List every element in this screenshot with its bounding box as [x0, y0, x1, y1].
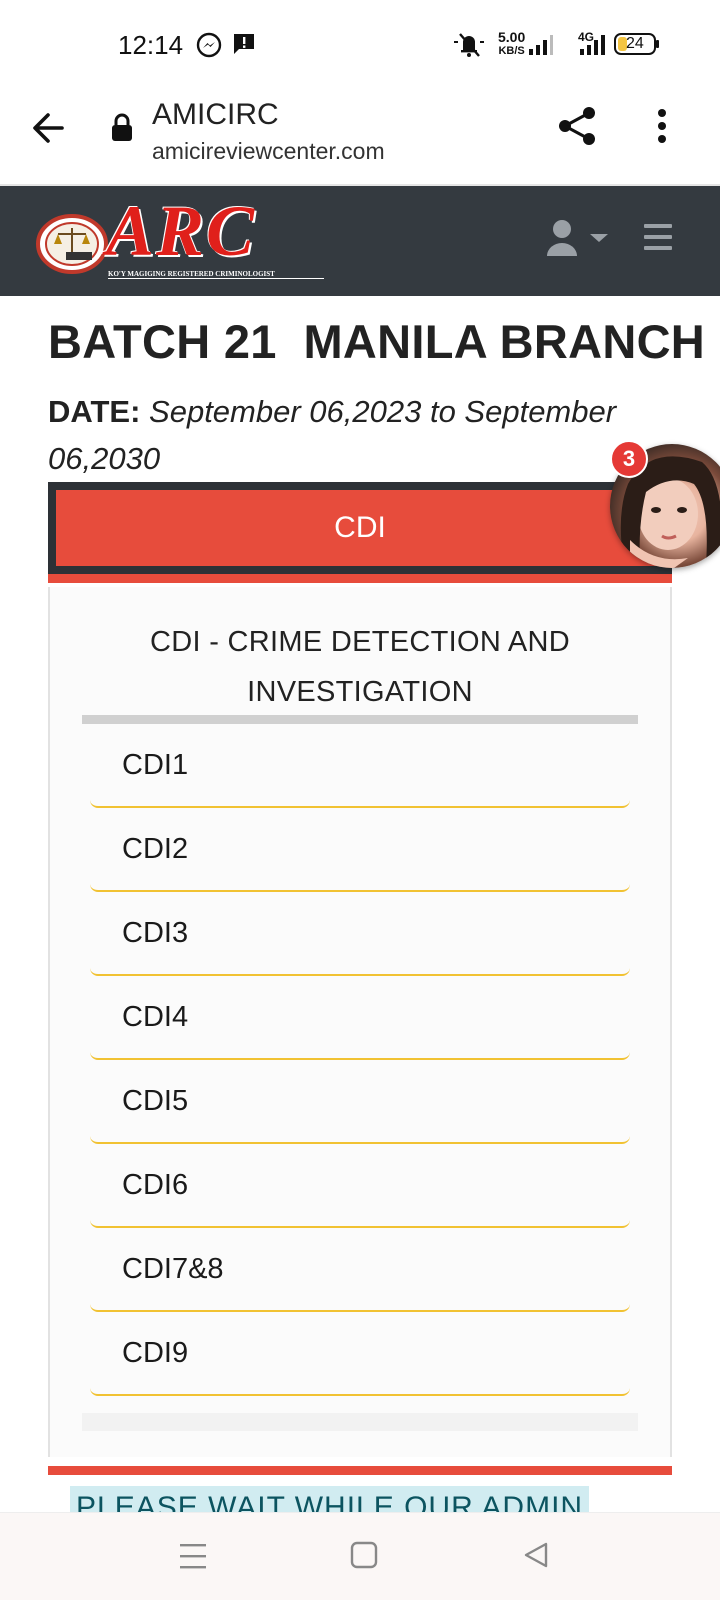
message-alert-icon	[232, 32, 256, 61]
share-icon[interactable]	[556, 104, 600, 153]
home-icon[interactable]	[350, 1541, 378, 1574]
panel-title: CDI - CRIME DETECTION AND INVESTIGATION	[150, 626, 570, 708]
browser-toolbar: AMICIRC amicireviewcenter.com	[0, 88, 720, 186]
system-nav-bar	[0, 1512, 720, 1600]
divider-top	[48, 574, 672, 583]
back-icon[interactable]	[522, 1541, 550, 1574]
back-arrow-icon[interactable]	[30, 110, 66, 151]
site-logo[interactable]: ARC KO'Y MAGIGING REGISTERED CRIMINOLOGI…	[36, 191, 326, 284]
divider-bottom	[48, 1466, 672, 1475]
lesson-list: CDI1 CDI2 CDI3 CDI4 CDI5 CDI6 CDI7&8 CDI…	[90, 724, 630, 1396]
list-item[interactable]: CDI3	[90, 892, 630, 976]
lesson-panel: CDI - CRIME DETECTION AND INVESTIGATION …	[48, 587, 672, 1457]
list-item-label: CDI3	[122, 916, 189, 949]
list-item[interactable]: CDI5	[90, 1060, 630, 1144]
logo-text: ARC	[106, 191, 257, 271]
list-item-label: CDI7&8	[122, 1252, 224, 1285]
list-item-label: CDI6	[122, 1168, 189, 1201]
net-speed: 5.00 KB/S	[498, 30, 525, 58]
list-item-label: CDI4	[122, 1000, 189, 1033]
battery-level: 24	[626, 35, 644, 52]
list-item-label: CDI5	[122, 1084, 189, 1117]
url-text[interactable]: amicireviewcenter.com	[152, 138, 385, 165]
list-item[interactable]: CDI7&8	[90, 1228, 630, 1312]
status-bar: 12:14 5.00 KB/S 4G 24	[0, 0, 720, 88]
panel-divider	[82, 715, 638, 724]
site-header: ARC KO'Y MAGIGING REGISTERED CRIMINOLOGI…	[0, 186, 720, 296]
list-item-label: CDI1	[122, 748, 189, 781]
logo-tagline: KO'Y MAGIGING REGISTERED CRIMINOLOGIST	[108, 270, 324, 279]
list-item[interactable]: CDI2	[90, 808, 630, 892]
page: 12:14 5.00 KB/S 4G 24 AMICIRC amicirevie…	[0, 0, 720, 1600]
list-item-label: CDI2	[122, 832, 189, 865]
net-speed-value: 5.00	[498, 29, 526, 45]
page-title: AMICIRC	[152, 98, 279, 131]
list-item-label: CDI9	[122, 1336, 189, 1369]
main-content: BATCH 21 MANILA BRANCH DATE: September 0…	[0, 296, 720, 1512]
batch-title: BATCH 21 MANILA BRANCH	[48, 315, 706, 368]
signal-icon	[528, 34, 554, 61]
date-label: DATE:	[48, 394, 141, 429]
recent-apps-icon[interactable]	[178, 1543, 208, 1574]
user-account-icon[interactable]	[546, 218, 610, 263]
subject-header: CDI	[48, 482, 672, 574]
list-item[interactable]: CDI9	[90, 1312, 630, 1396]
cdi-subject-button[interactable]: CDI	[56, 490, 664, 566]
panel-footer	[82, 1413, 638, 1431]
date-line: DATE: September 06,2023 to September 06,…	[48, 388, 648, 482]
lock-icon	[110, 112, 134, 149]
list-item[interactable]: CDI1	[90, 724, 630, 808]
mute-bell-icon	[452, 30, 486, 63]
list-item[interactable]: CDI4	[90, 976, 630, 1060]
list-item[interactable]: CDI6	[90, 1144, 630, 1228]
status-time: 12:14	[118, 30, 184, 60]
more-options-icon[interactable]	[654, 108, 670, 149]
notification-badge: 3	[610, 440, 648, 478]
admin-notice: PLEASE WAIT WHILE OUR ADMIN	[70, 1486, 590, 1512]
net-speed-unit: KB/S	[498, 45, 525, 57]
hamburger-menu-icon[interactable]	[644, 224, 672, 255]
signal-4g-icon	[576, 34, 606, 61]
messenger-icon	[196, 32, 222, 63]
